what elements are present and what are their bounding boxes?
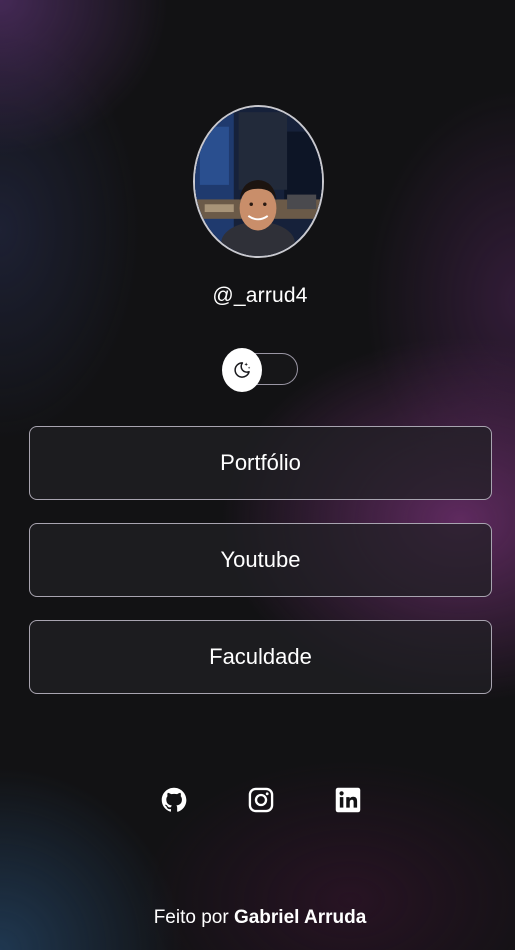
footer: Feito por Gabriel Arruda [0, 907, 515, 929]
avatar [193, 105, 324, 258]
instagram-link[interactable] [244, 783, 278, 817]
theme-toggle[interactable] [222, 348, 300, 392]
linkedin-icon [335, 787, 361, 813]
username: @_arrud4 [212, 284, 308, 307]
profile-photo [195, 107, 322, 256]
footer-author: Gabriel Arruda [233, 907, 367, 928]
faculdade-button[interactable]: Faculdade [29, 620, 492, 694]
social-links [0, 783, 515, 819]
footer-prefix: Feito por [153, 907, 234, 928]
moon-stars-icon [234, 362, 251, 378]
github-link[interactable] [157, 783, 191, 817]
portfolio-button[interactable]: Portfólio [29, 426, 492, 500]
toggle-knob[interactable] [222, 348, 262, 392]
github-icon [161, 787, 187, 812]
linkedin-link[interactable] [331, 783, 365, 817]
youtube-button[interactable]: Youtube [29, 523, 492, 597]
instagram-icon [248, 787, 274, 813]
